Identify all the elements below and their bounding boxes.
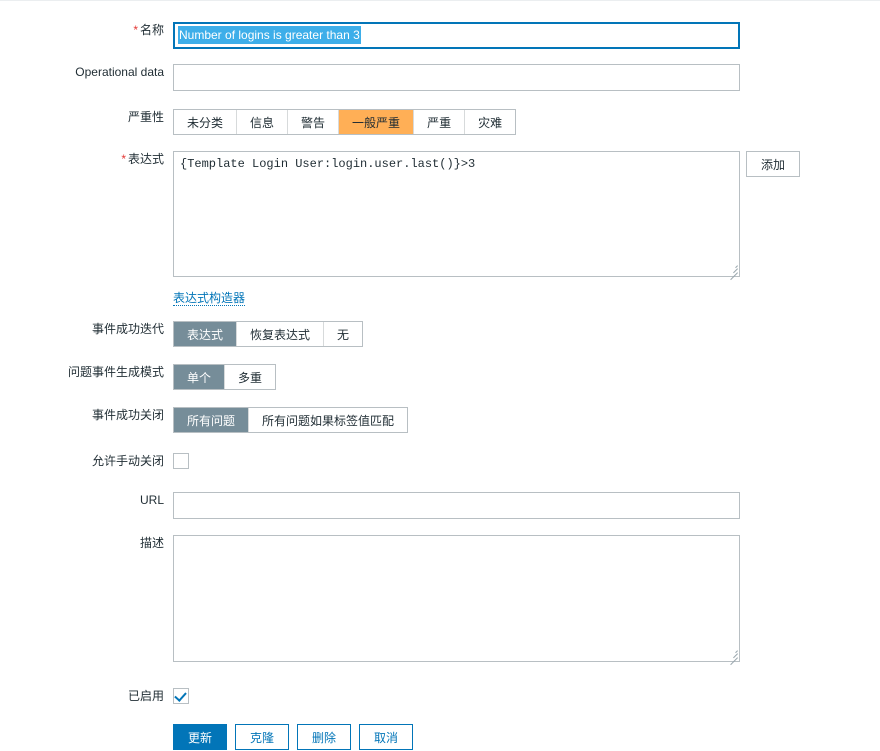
form-row-description: 描述 — [0, 535, 880, 666]
field-description — [173, 535, 880, 666]
ok-event-closes-option-0[interactable]: 所有问题 — [174, 408, 250, 432]
name-input-inner: Number of logins is greater than 3 — [174, 23, 739, 44]
ok-event-closes-group: 所有问题 所有问题如果标签值匹配 — [173, 407, 409, 433]
form-row-footer-buttons: 更新 克隆 删除 取消 — [0, 724, 880, 750]
footer-button-row: 更新 克隆 删除 取消 — [173, 724, 880, 750]
trigger-configuration-form: * 名称 Number of logins is greater than 3 O… — [0, 0, 880, 751]
ok-event-generation-option-1[interactable]: 恢复表达式 — [237, 322, 325, 346]
form-row-allow-manual-close: 允许手动关闭 — [0, 453, 880, 469]
severity-option-2[interactable]: 警告 — [288, 110, 340, 134]
clone-button[interactable]: 克隆 — [235, 724, 290, 750]
field-ok-event-generation: 表达式 恢复表达式 无 — [173, 321, 880, 347]
severity-option-3[interactable]: 一般严重 — [339, 110, 415, 134]
update-button[interactable]: 更新 — [173, 724, 228, 750]
label-operational-data: Operational data — [0, 64, 173, 80]
expression-textarea-wrap: {Template Login User:login.user.last()}>… — [173, 151, 740, 281]
label-name: * 名称 — [0, 22, 173, 38]
problem-event-generation-mode-option-0[interactable]: 单个 — [174, 365, 226, 389]
form-row-problem-event-generation-mode: 问题事件生成模式 单个 多重 — [0, 364, 880, 390]
form-row-ok-event-generation: 事件成功迭代 表达式 恢复表达式 无 — [0, 321, 880, 347]
label-problem-event-generation-mode: 问题事件生成模式 — [0, 364, 173, 380]
field-expression-constructor: 表达式构造器 — [173, 289, 880, 306]
form-row-ok-event-closes: 事件成功关闭 所有问题 所有问题如果标签值匹配 — [0, 407, 880, 433]
label-allow-manual-close-text: 允许手动关闭 — [91, 454, 164, 468]
form-row-expression-constructor: 表达式构造器 — [0, 289, 880, 306]
ok-event-generation-option-0[interactable]: 表达式 — [174, 322, 238, 346]
name-input[interactable]: Number of logins is greater than 3 — [173, 22, 740, 49]
ok-event-generation-group: 表达式 恢复表达式 无 — [173, 321, 364, 347]
label-ok-event-generation-text: 事件成功迭代 — [91, 322, 164, 336]
ok-event-closes-option-1[interactable]: 所有问题如果标签值匹配 — [249, 408, 408, 432]
label-enabled: 已启用 — [0, 688, 173, 704]
label-ok-event-closes: 事件成功关闭 — [0, 407, 173, 423]
severity-button-group: 未分类 信息 警告 一般严重 严重 灾难 — [173, 109, 517, 135]
label-description-text: 描述 — [139, 536, 164, 550]
form-row-enabled: 已启用 — [0, 688, 880, 704]
required-asterisk-expression: * — [121, 152, 126, 166]
form-row-severity: 严重性 未分类 信息 警告 一般严重 严重 灾难 — [0, 109, 880, 135]
label-expression-text: 表达式 — [127, 152, 164, 166]
required-asterisk-name: * — [133, 23, 138, 37]
field-operational-data — [173, 64, 880, 91]
form-row-name: * 名称 Number of logins is greater than 3 — [0, 22, 880, 49]
label-url-text: URL — [139, 493, 164, 507]
add-expression-button[interactable]: 添加 — [746, 151, 801, 177]
label-description: 描述 — [0, 535, 173, 551]
label-enabled-text: 已启用 — [127, 689, 164, 703]
field-footer-buttons: 更新 克隆 删除 取消 — [173, 724, 880, 750]
ok-event-generation-option-2[interactable]: 无 — [324, 322, 363, 346]
enabled-checkbox[interactable] — [173, 688, 189, 704]
label-severity: 严重性 — [0, 109, 173, 125]
severity-option-4[interactable]: 严重 — [414, 110, 466, 134]
name-input-value: Number of logins is greater than 3 — [178, 26, 361, 44]
problem-event-generation-mode-option-1[interactable]: 多重 — [225, 365, 276, 389]
field-name: Number of logins is greater than 3 — [173, 22, 880, 49]
field-expression: {Template Login User:login.user.last()}>… — [173, 151, 880, 281]
cancel-button[interactable]: 取消 — [359, 724, 414, 750]
delete-button[interactable]: 删除 — [297, 724, 352, 750]
label-problem-event-generation-mode-text: 问题事件生成模式 — [67, 365, 164, 379]
label-ok-event-generation: 事件成功迭代 — [0, 321, 173, 337]
field-problem-event-generation-mode: 单个 多重 — [173, 364, 880, 390]
label-operational-data-text: Operational data — [75, 65, 164, 79]
field-enabled — [173, 688, 880, 704]
form-row-url: URL — [0, 492, 880, 519]
label-url: URL — [0, 492, 173, 508]
form-row-expression: * 表达式 {Template Login User:login.user.las… — [0, 151, 880, 281]
label-severity-text: 严重性 — [127, 110, 164, 124]
label-ok-event-closes-text: 事件成功关闭 — [91, 408, 164, 422]
expression-constructor-link[interactable]: 表达式构造器 — [173, 291, 246, 306]
description-textarea[interactable] — [173, 535, 740, 662]
form-row-operational-data: Operational data — [0, 64, 880, 91]
severity-option-1[interactable]: 信息 — [237, 110, 289, 134]
problem-event-generation-mode-group: 单个 多重 — [173, 364, 277, 390]
severity-option-0[interactable]: 未分类 — [174, 110, 238, 134]
field-ok-event-closes: 所有问题 所有问题如果标签值匹配 — [173, 407, 880, 433]
description-textarea-wrap — [173, 535, 740, 666]
label-expression: * 表达式 — [0, 151, 173, 167]
field-allow-manual-close — [173, 453, 880, 469]
field-severity: 未分类 信息 警告 一般严重 严重 灾难 — [173, 109, 880, 135]
allow-manual-close-checkbox[interactable] — [173, 453, 189, 469]
label-allow-manual-close: 允许手动关闭 — [0, 453, 173, 469]
field-url — [173, 492, 880, 519]
operational-data-input[interactable] — [173, 64, 740, 91]
expression-textarea[interactable]: {Template Login User:login.user.last()}>… — [173, 151, 740, 277]
url-input[interactable] — [173, 492, 740, 519]
label-name-text: 名称 — [139, 23, 164, 37]
severity-option-5[interactable]: 灾难 — [465, 110, 516, 134]
